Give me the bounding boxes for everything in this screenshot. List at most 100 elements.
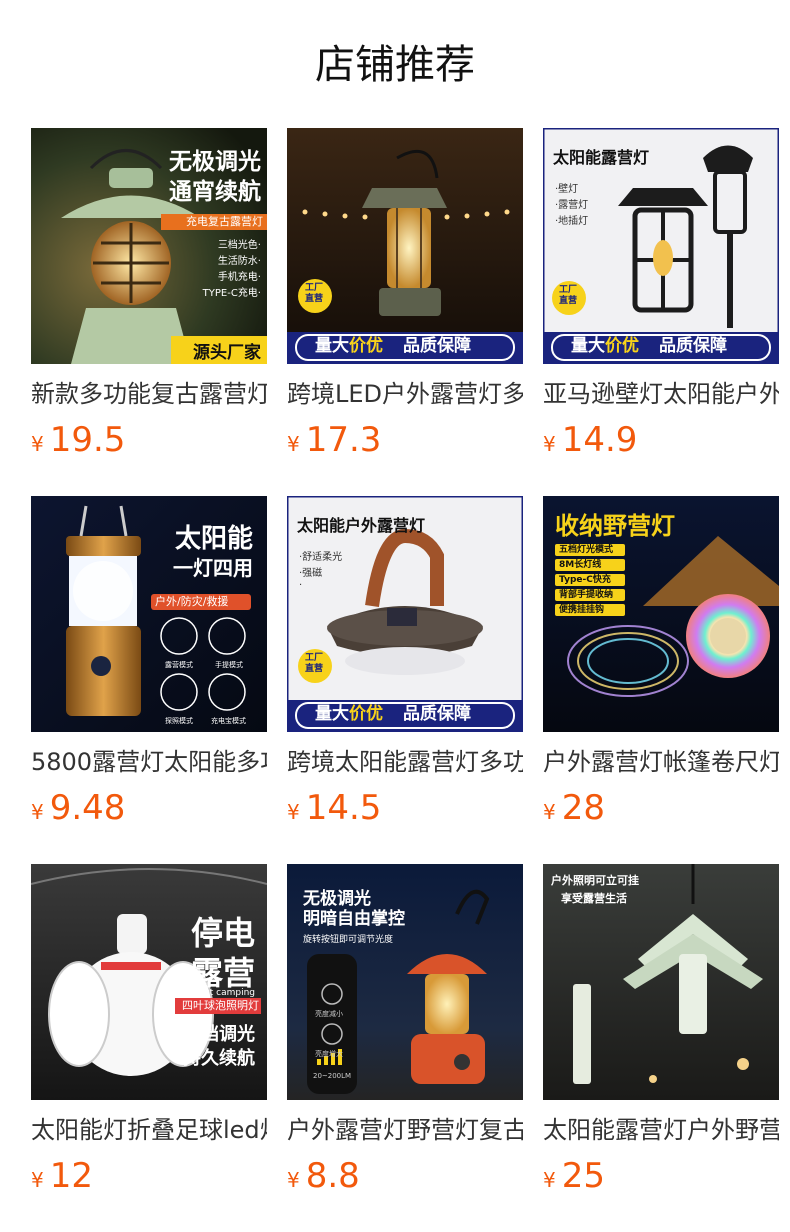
factory-badge: 工厂直营	[305, 653, 324, 674]
product-image[interactable]: 太阳能户外露营灯 ·舒适柔光 ·强磁 · 工厂直营 量大价优 品质保障	[287, 496, 523, 732]
mode-label: 露营模式	[165, 661, 193, 669]
banner-right: 品质保障	[403, 704, 471, 724]
product-name[interactable]: 户外露营灯帐篷卷尺灯	[543, 746, 779, 778]
currency-symbol: ¥	[31, 432, 44, 456]
product-price: ¥25	[543, 1156, 779, 1196]
product-price: ¥19.5	[31, 420, 267, 460]
currency-symbol: ¥	[287, 432, 300, 456]
product-name[interactable]: 新款多功能复古露营灯	[31, 378, 267, 410]
image-corner-label: 源头厂家	[193, 343, 261, 363]
page-title: 店铺推荐	[315, 42, 475, 88]
mode-label: 手提模式	[215, 661, 243, 669]
mode-label: 充电宝模式	[211, 717, 246, 725]
product-name[interactable]: 跨境太阳能露营灯多功能	[287, 746, 523, 778]
image-feature: ·地插灯	[555, 216, 589, 227]
currency-symbol: ¥	[31, 800, 44, 824]
banner-label: 量大价优 品质保障	[571, 334, 727, 358]
price-value: 14.5	[305, 788, 382, 828]
image-feature: 便携挂挂钩	[559, 605, 605, 615]
product-image[interactable]: 无极调光 通宵续航 充电复古露营灯 三档光色· 生活防水· 手机充电· TYPE…	[31, 128, 267, 364]
product-card[interactable]: 太阳能 一灯四用 户外/防灾/救援 露营模式 手提模式 探照模式 充电宝模式 5…	[31, 496, 267, 864]
price-value: 8.8	[305, 1156, 360, 1196]
product-card[interactable]: 无极调光 通宵续航 充电复古露营灯 三档光色· 生活防水· 手机充电· TYPE…	[31, 128, 267, 496]
product-image[interactable]: 无极调光 明暗自由掌控 旋转按钮即可调节光度 亮度减小 亮度增大 20~200L…	[287, 864, 523, 1100]
image-ribbon: 四叶球泡照明灯	[182, 999, 259, 1012]
image-feature: TYPE-C充电·	[202, 288, 261, 299]
currency-symbol: ¥	[287, 800, 300, 824]
image-feature: Type-C快充	[559, 575, 611, 585]
image-headline-2: 享受露营生活	[561, 892, 627, 905]
price-value: 19.5	[49, 420, 126, 460]
banner-left: 量大	[315, 704, 349, 724]
banner-mid: 价优	[605, 336, 639, 356]
banner-left: 量大	[315, 336, 349, 356]
image-headline: 收纳野营灯	[555, 512, 675, 540]
product-card[interactable]: 太阳能户外露营灯 ·舒适柔光 ·强磁 · 工厂直营 量大价优 品质保障 跨境太阳能…	[287, 496, 523, 864]
product-price: ¥12	[31, 1156, 267, 1196]
image-subtitle: 旋转按钮即可调节光度	[303, 935, 394, 945]
product-image[interactable]: 太阳能露营灯 ·壁灯 ·露营灯 ·地插灯 工厂直营 量大价优 品质保障	[543, 128, 779, 364]
product-price: ¥8.8	[287, 1156, 523, 1196]
product-price: ¥17.3	[287, 420, 523, 460]
currency-symbol: ¥	[31, 1168, 44, 1192]
image-feature: ·露营灯	[555, 200, 589, 211]
product-image[interactable]: 工厂直营 量大价优 品质保障	[287, 128, 523, 364]
banner-label: 量大价优 品质保障	[315, 702, 471, 726]
product-image[interactable]: 户外照明可立可挂 享受露营生活	[543, 864, 779, 1100]
product-card[interactable]: 停电 露营 Blackout camping 四叶球泡照明灯 五档调光 持久续航…	[31, 864, 267, 1232]
image-ribbon: 充电复古露营灯	[186, 215, 263, 228]
product-price: ¥9.48	[31, 788, 267, 828]
banner-label: 量大价优 品质保障	[315, 334, 471, 358]
image-ribbon: 户外/防灾/救援	[155, 595, 229, 608]
product-image[interactable]: 停电 露营 Blackout camping 四叶球泡照明灯 五档调光 持久续航	[31, 864, 267, 1100]
product-name[interactable]: 亚马逊壁灯太阳能户外	[543, 378, 779, 410]
image-feature: ·舒适柔光	[299, 552, 343, 563]
price-value: 25	[561, 1156, 605, 1196]
image-feature: ·壁灯	[555, 184, 579, 195]
image-feature: 手机充电·	[217, 272, 261, 283]
factory-badge: 工厂直营	[559, 285, 578, 306]
price-value: 28	[561, 788, 605, 828]
product-image[interactable]: 收纳野营灯 五档灯光模式 8M长灯线 Type-C快充 背部手提收纳 便携挂挂钩	[543, 496, 779, 732]
currency-symbol: ¥	[543, 800, 556, 824]
image-feature: 背部手提收纳	[559, 590, 614, 600]
product-image[interactable]: 太阳能 一灯四用 户外/防灾/救援 露营模式 手提模式 探照模式 充电宝模式	[31, 496, 267, 732]
currency-symbol: ¥	[287, 1168, 300, 1192]
image-headline-2: 一灯四用	[173, 556, 253, 580]
product-name[interactable]: 5800露营灯太阳能多功能	[31, 746, 267, 778]
image-line-1: 五档调光	[183, 1024, 255, 1045]
product-name[interactable]: 太阳能灯折叠足球led灯	[31, 1114, 267, 1146]
banner-right: 品质保障	[403, 336, 471, 356]
product-card[interactable]: 户外照明可立可挂 享受露营生活 太阳能露营灯户外野营灯 ¥25	[543, 864, 779, 1232]
image-feature: 五档灯光模式	[559, 545, 614, 555]
product-card[interactable]: 工厂直营 量大价优品质保障 跨境LED户外露营灯多功能 ¥17.3	[287, 128, 523, 496]
image-feature: 8M长灯线	[559, 560, 602, 570]
image-feature: ·	[299, 580, 303, 591]
product-name[interactable]: 户外露营灯野营灯复古	[287, 1114, 523, 1146]
price-value: 17.3	[305, 420, 382, 460]
product-card[interactable]: 收纳野营灯 五档灯光模式 8M长灯线 Type-C快充 背部手提收纳 便携挂挂钩…	[543, 496, 779, 864]
lantern-photo	[287, 128, 523, 364]
product-card[interactable]: 太阳能露营灯 ·壁灯 ·露营灯 ·地插灯 工厂直营 量大价优 品质保障 亚马逊壁灯…	[543, 128, 779, 496]
image-feature: 生活防水·	[217, 256, 261, 267]
factory-badge: 工厂直营	[305, 283, 324, 304]
product-price: ¥28	[543, 788, 779, 828]
product-card[interactable]: 无极调光 明暗自由掌控 旋转按钮即可调节光度 亮度减小 亮度增大 20~200L…	[287, 864, 523, 1232]
image-headline-1: 户外照明可立可挂	[551, 874, 639, 887]
image-line-2: 持久续航	[183, 1048, 255, 1069]
banner-right: 品质保障	[659, 336, 727, 356]
price-value: 9.48	[49, 788, 126, 828]
currency-symbol: ¥	[543, 432, 556, 456]
image-headline-2: 明暗自由掌控	[303, 909, 405, 929]
image-headline: 太阳能户外露营灯	[297, 516, 426, 535]
banner-mid: 价优	[349, 704, 383, 724]
banner-left: 量大	[571, 336, 605, 356]
currency-symbol: ¥	[543, 1168, 556, 1192]
dim-less-label: 亮度减小	[315, 1010, 343, 1018]
image-subtitle: Blackout camping	[174, 988, 256, 998]
product-price: ¥14.9	[543, 420, 779, 460]
product-name[interactable]: 太阳能露营灯户外野营灯	[543, 1114, 779, 1146]
product-grid: 无极调光 通宵续航 充电复古露营灯 三档光色· 生活防水· 手机充电· TYPE…	[31, 128, 790, 1232]
product-name[interactable]: 跨境LED户外露营灯多功能	[287, 378, 523, 410]
image-feature: ·强磁	[299, 568, 323, 579]
